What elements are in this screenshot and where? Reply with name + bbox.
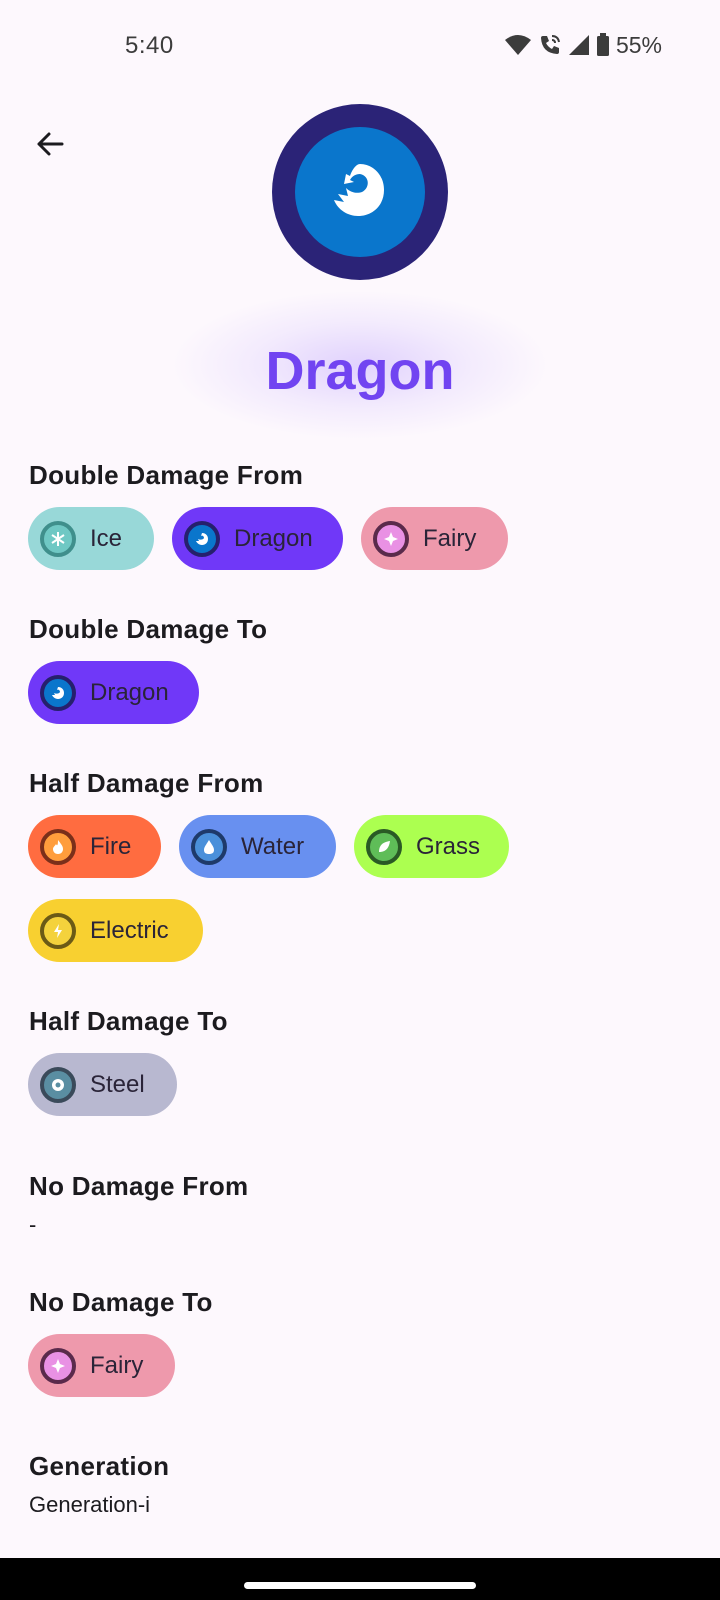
dragon-icon bbox=[184, 520, 220, 557]
leaf-icon bbox=[366, 828, 402, 865]
lightning-icon bbox=[40, 912, 76, 949]
chip-label: Ice bbox=[90, 524, 123, 552]
chip-label: Dragon bbox=[234, 524, 313, 552]
half-damage-from-heading: Half Damage From bbox=[29, 768, 264, 798]
fire-icon bbox=[40, 828, 76, 865]
type-chip-electric[interactable]: Electric bbox=[28, 899, 203, 962]
generation-heading: Generation bbox=[29, 1451, 170, 1481]
arrow-left-icon bbox=[34, 128, 66, 165]
chip-label: Fairy bbox=[423, 524, 477, 552]
system-nav-bar bbox=[0, 1558, 720, 1600]
no-damage-from-value: - bbox=[29, 1212, 37, 1237]
chip-label: Fire bbox=[90, 832, 132, 860]
type-chip-grass[interactable]: Grass bbox=[354, 815, 509, 878]
steel-icon bbox=[40, 1066, 76, 1103]
type-chip-water[interactable]: Water bbox=[179, 815, 336, 878]
chip-label: Water bbox=[241, 832, 305, 860]
fairy-icon bbox=[373, 520, 409, 557]
chip-label: Electric bbox=[90, 916, 169, 944]
chip-label: Fairy bbox=[90, 1351, 144, 1379]
signal-icon bbox=[568, 34, 590, 56]
type-chip-dragon[interactable]: Dragon bbox=[172, 507, 343, 570]
status-time: 5:40 bbox=[125, 32, 174, 59]
type-chip-ice[interactable]: Ice bbox=[28, 507, 154, 570]
dragon-icon bbox=[328, 158, 392, 227]
double-damage-to-heading: Double Damage To bbox=[29, 614, 268, 644]
type-icon-inner bbox=[295, 127, 425, 257]
chip-label: Grass bbox=[416, 832, 481, 860]
back-button[interactable] bbox=[26, 122, 74, 170]
status-bar: 5:40 55% bbox=[0, 0, 720, 92]
page-title: Dragon bbox=[265, 341, 455, 401]
half-damage-to-heading: Half Damage To bbox=[29, 1006, 228, 1036]
fairy-icon bbox=[40, 1347, 76, 1384]
type-chip-fairy[interactable]: Fairy bbox=[28, 1334, 175, 1397]
double-damage-from-heading: Double Damage From bbox=[29, 460, 304, 490]
type-chip-fire[interactable]: Fire bbox=[28, 815, 161, 878]
generation-value: Generation-i bbox=[29, 1492, 151, 1517]
chip-label: Dragon bbox=[90, 678, 169, 706]
no-damage-to-heading: No Damage To bbox=[29, 1287, 213, 1317]
wifi-icon bbox=[504, 33, 532, 57]
battery-percent: 55% bbox=[615, 31, 662, 58]
status-icons: 55% bbox=[504, 30, 662, 60]
chip-label: Steel bbox=[90, 1070, 145, 1098]
battery-icon bbox=[596, 33, 610, 57]
water-drop-icon bbox=[191, 828, 227, 865]
ice-icon bbox=[40, 520, 76, 557]
type-chip-steel[interactable]: Steel bbox=[28, 1053, 177, 1116]
no-damage-from-heading: No Damage From bbox=[29, 1171, 249, 1201]
wifi-calling-icon bbox=[538, 33, 562, 57]
type-chip-dragon[interactable]: Dragon bbox=[28, 661, 199, 724]
type-chip-fairy[interactable]: Fairy bbox=[361, 507, 508, 570]
type-icon-badge bbox=[272, 104, 448, 280]
home-gesture-handle[interactable] bbox=[244, 1582, 476, 1589]
dragon-icon bbox=[40, 674, 76, 711]
